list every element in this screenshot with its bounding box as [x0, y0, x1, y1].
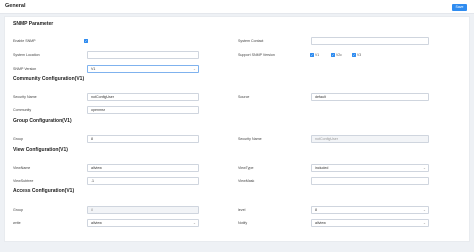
community-label: Community — [13, 108, 32, 112]
notify-select[interactable]: allview ⌄ — [311, 219, 429, 227]
support-version-label: Support SNMP Version — [238, 53, 275, 57]
chevron-down-icon: ⌄ — [422, 166, 426, 170]
group-security-name-label: Security Name — [238, 137, 262, 141]
chevron-down-icon: ⌄ — [422, 221, 426, 225]
enable-snmp-label: Enable SNMP — [13, 39, 36, 43]
snmp-section-title: SNMP Parameter — [13, 21, 54, 27]
system-contact-input[interactable] — [311, 37, 429, 45]
write-value: allview — [91, 221, 102, 225]
snmp-version-select[interactable]: V1 ⌄ — [87, 65, 199, 73]
chevron-down-icon: ⌄ — [192, 67, 196, 71]
group-input[interactable]: 8 — [87, 135, 199, 143]
system-contact-label: System Contact — [238, 39, 264, 43]
level-value: 8 — [315, 208, 317, 212]
viewmask-label: ViewMask — [238, 179, 255, 183]
notify-label: Notify — [238, 221, 248, 225]
snmp-version-value: V1 — [91, 67, 96, 71]
viewname-label: ViewName — [13, 166, 31, 170]
viewtype-value: included — [315, 166, 329, 170]
settings-panel: SNMP Parameter Enable SNMP ✓ System Cont… — [4, 16, 470, 242]
version-v1-checkbox[interactable]: ✓ — [310, 53, 314, 57]
enable-snmp-checkbox[interactable]: ✓ — [84, 39, 88, 43]
access-group-input[interactable]: 8 — [87, 206, 199, 214]
viewsubtree-input[interactable]: .1 — [87, 177, 199, 185]
version-v1-label: V1 — [315, 53, 320, 57]
viewname-input[interactable]: allview — [87, 164, 199, 172]
system-location-input[interactable] — [87, 51, 199, 59]
view-section-title: View Configuration(V1) — [13, 147, 68, 153]
write-select[interactable]: allview ⌄ — [87, 219, 199, 227]
page-header: General Save — [0, 0, 474, 14]
save-button[interactable]: Save — [452, 4, 467, 11]
viewtype-label: ViewType — [238, 166, 254, 170]
community-input[interactable]: openmsr — [87, 106, 199, 114]
community-security-name-label: Security Name — [13, 95, 37, 99]
group-security-name-input[interactable]: notConfigUser — [311, 135, 429, 143]
access-group-label: Group — [13, 208, 23, 212]
chevron-down-icon: ⌄ — [192, 221, 196, 225]
version-v3-checkbox[interactable]: ✓ — [352, 53, 356, 57]
version-v2c-checkbox[interactable]: ✓ — [331, 53, 335, 57]
group-label: Group — [13, 137, 23, 141]
source-input[interactable]: default — [311, 93, 429, 101]
page-title: General — [5, 3, 26, 9]
version-v3-label: V3 — [357, 53, 362, 57]
source-label: Source — [238, 95, 250, 99]
version-v2c-label: V2c — [336, 53, 342, 57]
level-label: level — [238, 208, 246, 212]
level-select[interactable]: 8 ⌄ — [311, 206, 429, 214]
access-section-title: Access Configuration(V1) — [13, 188, 75, 194]
write-label: write — [13, 221, 21, 225]
snmp-version-label: SNMP Version — [13, 67, 37, 71]
community-section-title: Community Configuration(V1) — [13, 76, 85, 82]
viewsubtree-label: ViewSubtree — [13, 179, 34, 183]
system-location-label: System Location — [13, 53, 40, 57]
viewmask-input[interactable] — [311, 177, 429, 185]
chevron-down-icon: ⌄ — [422, 208, 426, 212]
viewtype-select[interactable]: included ⌄ — [311, 164, 429, 172]
group-section-title: Group Configuration(V1) — [13, 118, 72, 124]
notify-value: allview — [315, 221, 326, 225]
community-security-name-input[interactable]: notConfigUser — [87, 93, 199, 101]
